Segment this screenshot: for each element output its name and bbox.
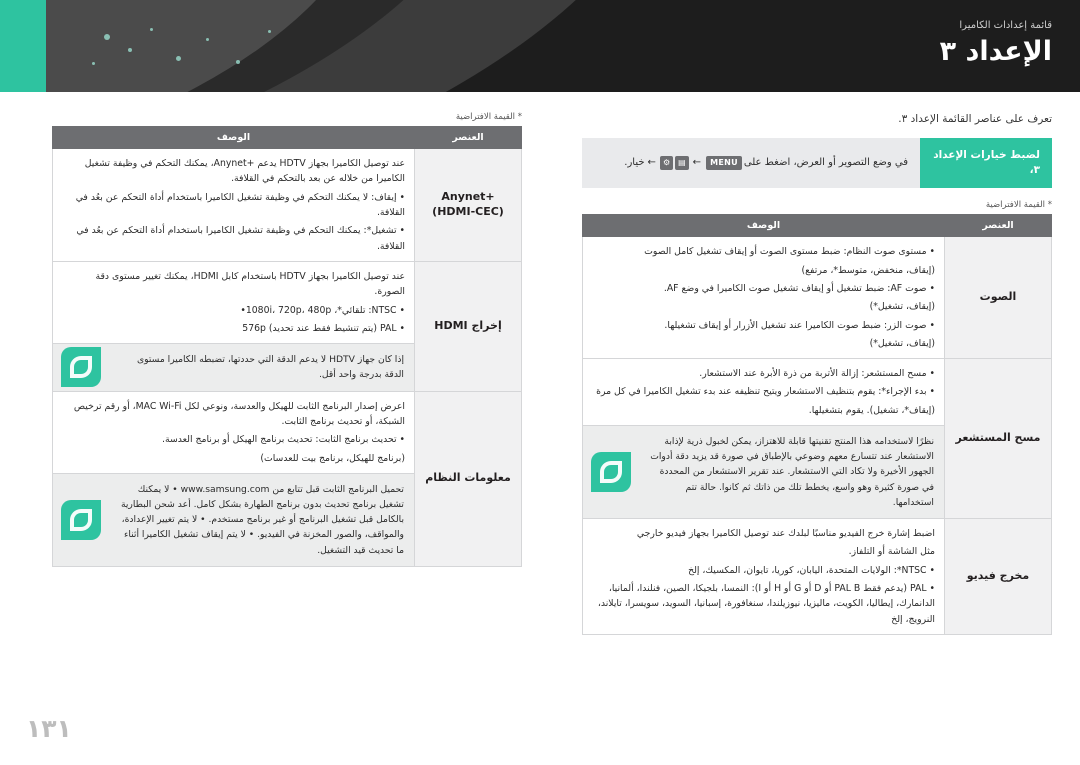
page-number: ١٣١ [26, 714, 72, 743]
desc-line: (برنامج للهيكل، برنامج بيت للعدسات) [260, 452, 405, 464]
table-row: معلومات النظام اعرض إصدار البرنامج الثاب… [52, 390, 522, 567]
banner-dot [236, 60, 240, 64]
tip-icon-container [583, 426, 639, 518]
default-value-note: * القيمة الافتراضية [985, 200, 1052, 211]
menu-path-steps: في وضع التصوير أو العرض، اضغط على MENU ←… [582, 137, 920, 189]
row-item-label: مسح المستشعر [944, 358, 1052, 519]
arrow-icon: ← [647, 157, 656, 169]
tip-band: إذا كان جهاز HDTV لا يدعم الدقة التي حدد… [53, 343, 414, 391]
banner-dot [176, 56, 181, 61]
desc-line: (إيقاف*، تشغيل). يقوم بتشغيلها. [808, 404, 935, 416]
desc-line: • صوت الزر: ضبط صوت الكاميرا عند تشغيل ا… [664, 319, 935, 331]
table-row: إخراج HDMI عند توصيل الكاميرا بجهاز HDTV… [52, 260, 522, 392]
menu-key: MENU [706, 155, 742, 170]
row-item-label: الصوت [944, 236, 1052, 360]
desc-line: • تشغيل*: يمكنك التحكم في وظيفة تشغيل ال… [76, 225, 405, 252]
desc-line: • NTSC: تلقائي*، 1080i، 720p، 480p• [240, 304, 405, 316]
desc-line: عند توصيل الكاميرا بجهاز HDTV يدعم +Anyn… [84, 158, 405, 185]
column-header-desc: الوصف [582, 214, 945, 238]
table-row: مسح المستشعر • مسح المستشعر: إزالة الأتر… [582, 358, 1052, 519]
desc-line: (إيقاف، تشغيل*) [869, 301, 935, 313]
tip-text: إذا كان جهاز HDTV لا يدعم الدقة التي حدد… [136, 354, 404, 381]
desc-line: • PAL (يدعم فقط PAL B أو D أو G أو H أو … [597, 582, 935, 625]
row-description: • مستوى صوت النظام: ضبط مستوى الصوت أو إ… [582, 236, 945, 360]
column-header-item: العنصر [414, 126, 522, 149]
list-icon: ▤ [675, 155, 689, 170]
banner-accent-block [0, 0, 46, 92]
table-header-row: العنصر الوصف [52, 126, 522, 149]
menu-path-label: لضبط خيارات الإعداد ٣، [920, 137, 1052, 189]
banner-dot [128, 48, 132, 52]
desc-line: • صوت AF: ضبط تشغيل أو إيقاف تشغيل صوت ا… [663, 282, 935, 294]
menu-path-box: لضبط خيارات الإعداد ٣، في وضع التصوير أو… [582, 137, 1052, 189]
desc-line: • بدء الإجراء*: يقوم بتنظيف الاستشعار وي… [596, 386, 935, 398]
row-item-label: معلومات النظام [414, 390, 522, 567]
menu-path-suffix: خيار. [624, 157, 645, 169]
desc-line: • PAL (يتم تنشيط فقط عند تحديد) 576p [242, 322, 405, 334]
desc-line: • NTSC*: الولايات المتحدة، اليابان، كوري… [688, 564, 935, 576]
tip-band: تحميل البرنامج الثابت قبل تتابع من www.s… [53, 472, 414, 566]
row-item-label: +Anynet (HDMI-CEC) [414, 148, 522, 262]
desc-line: • مستوى صوت النظام: ضبط مستوى الصوت أو إ… [644, 246, 935, 258]
desc-line: • إيقاف: لا يمكنك التحكم في وظيفة تشغيل … [75, 191, 405, 218]
desc-line: مثل الشاشة أو التلفاز. [848, 546, 935, 558]
leaf-note-icon [61, 347, 101, 388]
row-description: اعرض إصدار البرنامج الثابت للهيكل والعدس… [52, 390, 415, 567]
row-item-label: إخراج HDMI [414, 260, 522, 392]
leaf-note-icon [591, 452, 631, 493]
breadcrumb: قائمة إعدادات الكاميرا [959, 20, 1052, 31]
table-row: الصوت • مستوى صوت النظام: ضبط مستوى الصو… [582, 236, 1052, 360]
settings-table-right: العنصر الوصف الصوت • مستوى صوت النظام: ض… [582, 214, 1052, 635]
left-column: * القيمة الافتراضية العنصر الوصف +Anynet… [52, 112, 522, 567]
desc-line: اعرض إصدار البرنامج الثابت للهيكل والعدس… [73, 400, 405, 427]
tip-text: تحميل البرنامج الثابت قبل تتابع من www.s… [120, 483, 404, 556]
desc-line: • تحديث برنامج الثابت: تحديث برنامج الهي… [162, 434, 405, 446]
table-row: مخرج فيديو اضبط إشارة خرج الفيديو مناسبً… [582, 518, 1052, 635]
menu-path-prefix: في وضع التصوير أو العرض، اضغط على [743, 157, 908, 169]
row-description: • مسح المستشعر: إزالة الأتربة من ذرة الأ… [582, 358, 945, 519]
row-description: عند توصيل الكاميرا بجهاز HDTV يدعم +Anyn… [52, 148, 415, 262]
banner-dot [268, 30, 271, 33]
default-value-note: * القيمة الافتراضية [455, 112, 522, 122]
row-item-label: مخرج فيديو [944, 518, 1052, 635]
column-header-item: العنصر [944, 214, 1052, 238]
banner-dot [150, 28, 153, 31]
desc-line: (إيقاف، تشغيل*) [869, 337, 935, 349]
gear-icon: ⚙ [659, 155, 674, 170]
row-description: اضبط إشارة خرج الفيديو مناسبًا لبلدك عند… [582, 518, 945, 635]
leaf-note-icon [61, 499, 101, 540]
banner-dot [104, 34, 110, 40]
desc-line: • مسح المستشعر: إزالة الأتربة من ذرة الأ… [699, 368, 935, 380]
tip-band: نظرًا لاستخدامه هذا المنتج تقنيتها قابلة… [583, 425, 944, 518]
desc-line: (إيقاف، منخفض، متوسط*، مرتفع) [801, 264, 935, 276]
column-header-desc: الوصف [52, 126, 415, 149]
tip-text: نظرًا لاستخدامه هذا المنتج تقنيتها قابلة… [650, 436, 934, 508]
arrow-icon: ← [692, 157, 702, 169]
settings-table-left: العنصر الوصف +Anynet (HDMI-CEC) عند توصي… [52, 126, 522, 567]
banner-dot [92, 62, 95, 65]
table-row: +Anynet (HDMI-CEC) عند توصيل الكاميرا بج… [52, 148, 522, 262]
banner-dot [206, 38, 209, 41]
page-header-banner: قائمة إعدادات الكاميرا الإعداد ٣ [0, 0, 1080, 92]
table-header-row: العنصر الوصف [582, 214, 1052, 238]
row-description: عند توصيل الكاميرا بجهاز HDTV باستخدام ك… [52, 260, 415, 392]
right-column: تعرف على عناصر القائمة الإعداد ٣. لضبط خ… [582, 112, 1052, 635]
page-title: الإعداد ٣ [939, 36, 1052, 67]
tip-icon-container [53, 344, 109, 390]
desc-line: اضبط إشارة خرج الفيديو مناسبًا لبلدك عند… [636, 528, 935, 539]
desc-line: عند توصيل الكاميرا بجهاز HDTV باستخدام ك… [95, 270, 406, 298]
intro-text: تعرف على عناصر القائمة الإعداد ٣. [898, 113, 1052, 125]
tip-icon-container [53, 474, 109, 566]
